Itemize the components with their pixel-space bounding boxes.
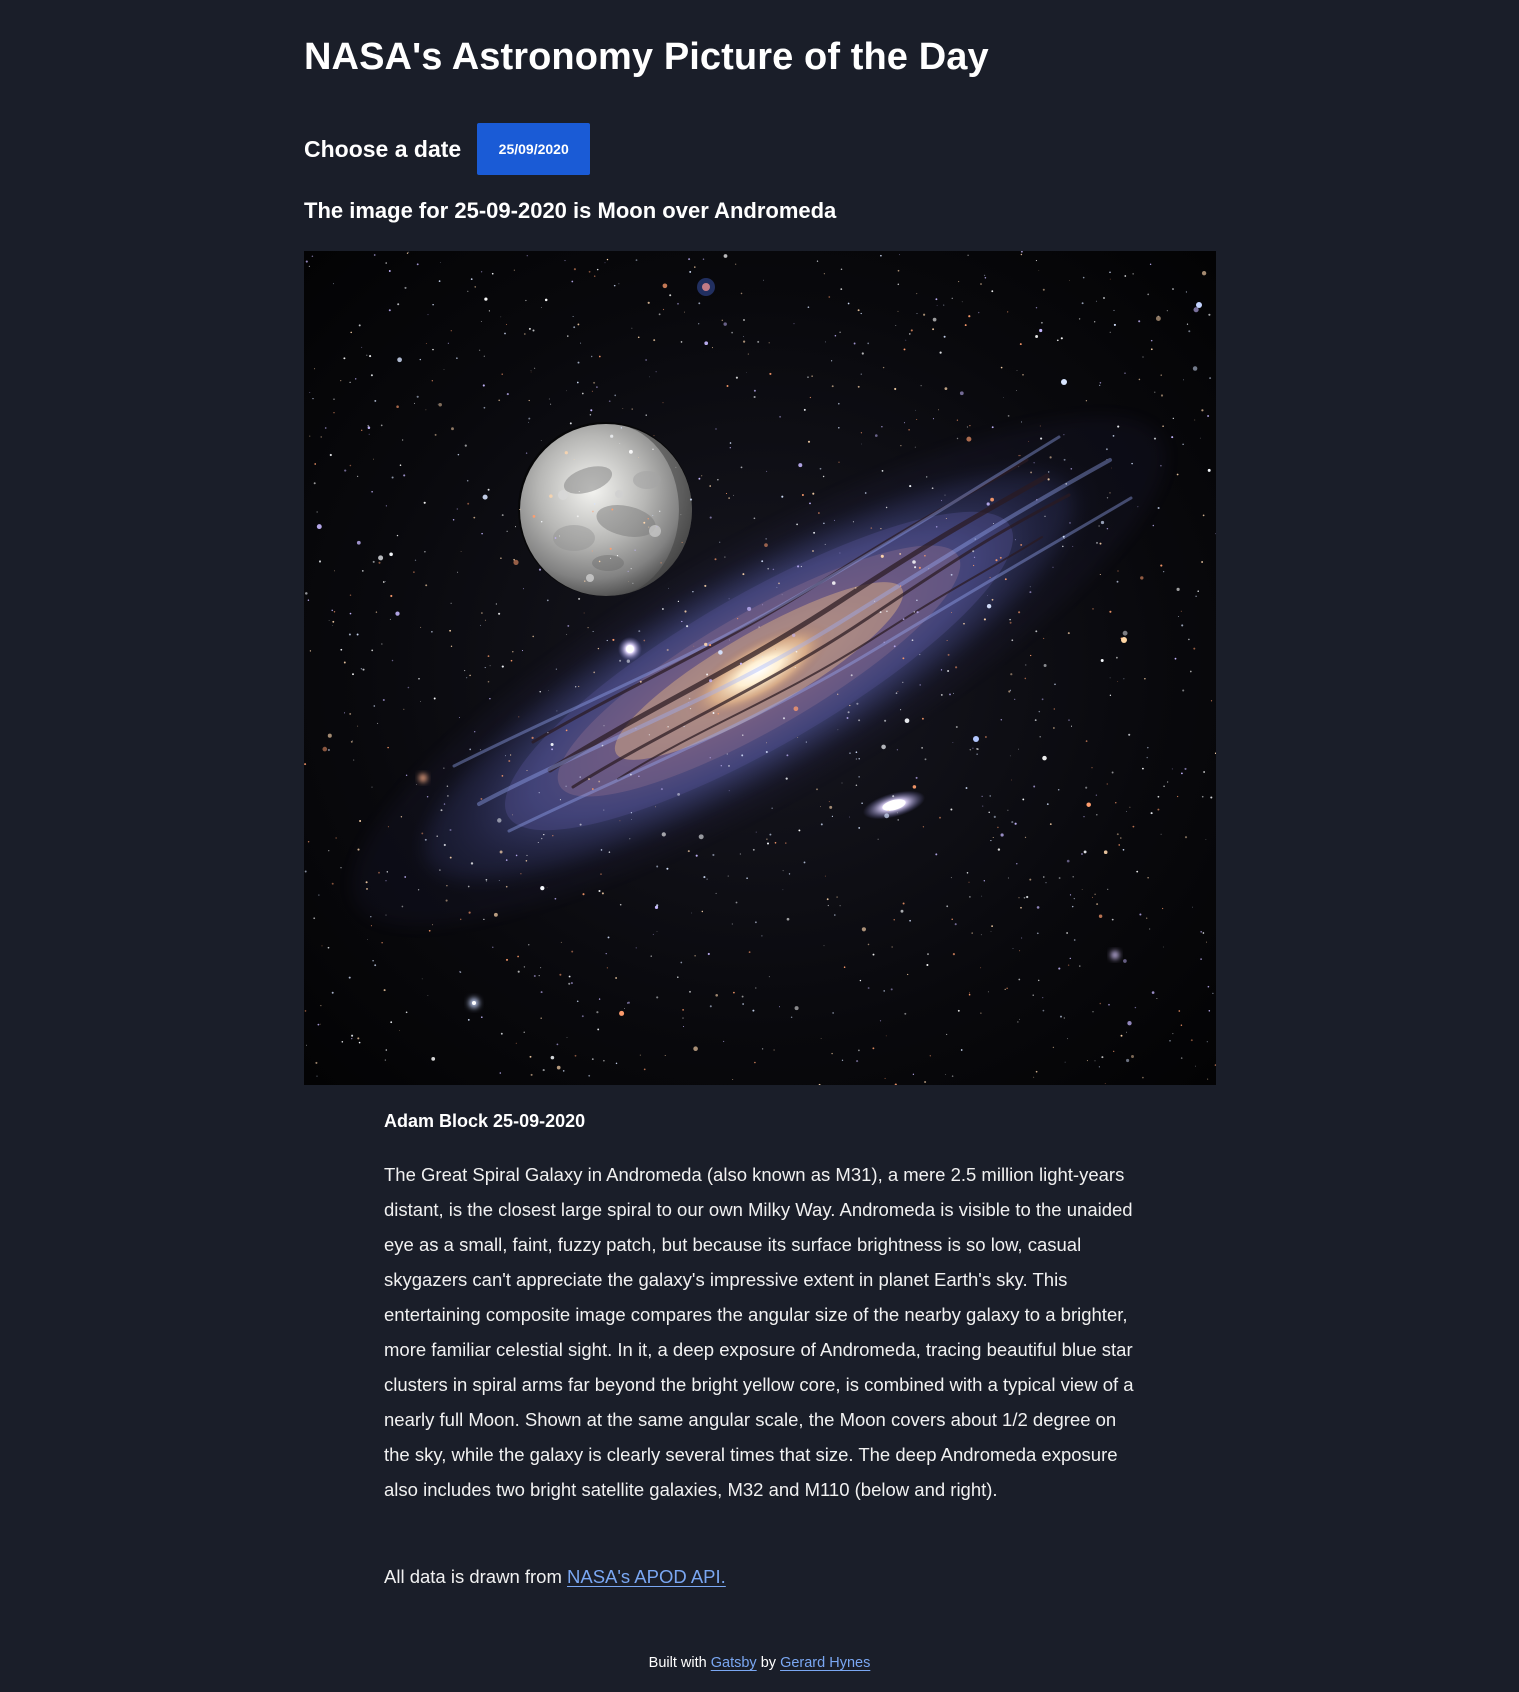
date-selector-row: Choose a date 25/09/2020	[304, 123, 591, 175]
credit-date: 25-09-2020	[493, 1111, 586, 1131]
date-picker-button[interactable]: 25/09/2020	[477, 123, 591, 175]
image-credit: Adam Block 25-09-2020	[384, 1111, 585, 1132]
apod-image	[304, 251, 1216, 1085]
page-footer: Built with Gatsby by Gerard Hynes	[0, 1655, 1519, 1671]
credit-author: Adam Block	[384, 1111, 489, 1131]
image-heading-connector: is	[573, 198, 592, 223]
image-heading-title: Moon over Andromeda	[597, 198, 837, 223]
apod-api-link[interactable]: NASA's APOD API.	[567, 1566, 726, 1587]
date-picker-label: Choose a date	[304, 135, 462, 162]
image-heading-date: 25-09-2020	[454, 198, 567, 223]
page-title: NASA's Astronomy Picture of the Day	[304, 36, 989, 78]
gatsby-link[interactable]: Gatsby	[711, 1655, 757, 1671]
author-link[interactable]: Gerard Hynes	[780, 1655, 870, 1671]
footer-by: by	[760, 1655, 777, 1671]
data-source-text: All data is drawn from	[384, 1566, 562, 1587]
image-explanation: The Great Spiral Galaxy in Andromeda (al…	[384, 1164, 1134, 1500]
image-heading-prefix: The image for	[304, 198, 449, 223]
data-source: All data is drawn from NASA's APOD API.	[384, 1566, 726, 1588]
image-heading: The image for 25-09-2020 is Moon over An…	[304, 198, 836, 224]
apod-page: NASA's Astronomy Picture of the Day Choo…	[0, 0, 1519, 1692]
footer-built-with: Built with	[648, 1655, 707, 1671]
